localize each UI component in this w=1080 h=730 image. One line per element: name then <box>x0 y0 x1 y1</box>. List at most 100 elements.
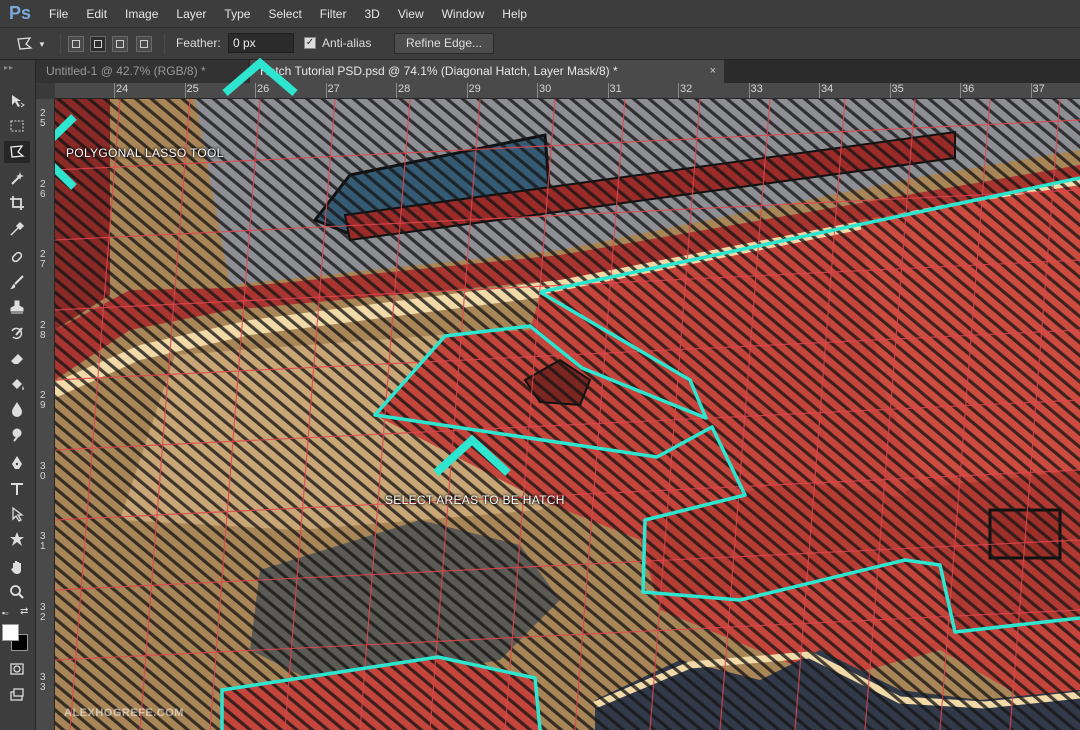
menu-3d[interactable]: 3D <box>355 0 388 28</box>
ruler-label: 37 <box>1032 83 1045 95</box>
paint-bucket-tool[interactable] <box>4 373 30 395</box>
ruler-tick <box>325 83 327 98</box>
eraser-tool[interactable] <box>4 347 30 369</box>
menu-bar: Ps File Edit Image Layer Type Select Fil… <box>0 0 1080 28</box>
blur-icon <box>12 402 22 417</box>
clone-stamp-tool[interactable] <box>4 296 30 318</box>
vertical-ruler-label: 26 <box>40 178 46 200</box>
feather-pointer-chevron <box>222 57 298 97</box>
custom-shape-tool[interactable] <box>4 528 30 550</box>
hand-tool[interactable] <box>4 556 30 578</box>
vertical-ruler-label: 28 <box>40 319 46 341</box>
vertical-ruler-label: 27 <box>40 249 46 270</box>
quick-mask-icon <box>10 663 24 675</box>
ruler-label: 31 <box>609 83 622 95</box>
ruler-label: 33 <box>750 83 763 95</box>
marquee-icon <box>10 120 24 132</box>
default-colors-icon[interactable]: ▪▫ <box>2 608 8 618</box>
move-tool[interactable] <box>4 90 30 112</box>
healing-brush-icon <box>11 251 23 263</box>
add-to-selection-button[interactable] <box>90 36 106 52</box>
ruler-origin[interactable] <box>36 83 55 99</box>
menu-filter[interactable]: Filter <box>311 0 356 28</box>
intersect-selection-button[interactable] <box>136 36 152 52</box>
menu-image[interactable]: Image <box>116 0 167 28</box>
polygonal-lasso-label: POLYGONAL LASSO TOOL <box>66 146 224 160</box>
ruler-label: 36 <box>962 83 975 95</box>
photoshop-logo: Ps <box>8 3 32 23</box>
dodge-tool[interactable] <box>4 424 30 446</box>
ruler-label: 32 <box>680 83 693 95</box>
new-selection-button[interactable] <box>68 36 84 52</box>
screen-mode-button[interactable] <box>4 684 30 706</box>
horizontal-ruler[interactable]: 32425262728293031323334353637 <box>36 83 1080 99</box>
swap-colors-icon[interactable]: ⇄ <box>20 606 28 617</box>
tab-label: Untitled-1 @ 42.7% (RGB/8) * <box>46 64 206 78</box>
magic-wand-icon <box>11 172 24 185</box>
ruler-tick <box>607 83 609 98</box>
path-selection-icon <box>12 506 24 522</box>
quick-mask-button[interactable] <box>4 658 30 680</box>
polygonal-lasso-tool[interactable] <box>4 141 30 163</box>
ruler-tick <box>537 83 538 98</box>
hand-icon <box>11 561 21 574</box>
menu-help[interactable]: Help <box>493 0 536 28</box>
screen-mode-icon <box>10 688 24 701</box>
type-tool[interactable] <box>4 478 30 500</box>
vertical-ruler-label: 31 <box>40 531 46 552</box>
custom-shape-icon <box>10 532 24 546</box>
close-icon[interactable]: × <box>710 60 716 83</box>
ruler-label: 27 <box>327 83 340 95</box>
polygonal-lasso-icon <box>17 37 33 50</box>
blur-tool[interactable] <box>4 398 30 420</box>
chevron-down-icon: ▼ <box>38 39 46 49</box>
paint-bucket-icon <box>12 379 24 390</box>
magic-wand-tool[interactable] <box>4 167 30 189</box>
ruler-tick <box>678 83 679 98</box>
path-selection-tool[interactable] <box>4 503 30 525</box>
vertical-ruler-label: 25 <box>40 108 46 129</box>
eyedropper-tool[interactable] <box>4 218 30 240</box>
crop-icon <box>10 196 24 210</box>
menu-layer[interactable]: Layer <box>167 0 215 28</box>
toolbox-grip[interactable]: ▸▸ <box>4 63 14 72</box>
ruler-label: 29 <box>468 83 481 95</box>
menu-window[interactable]: Window <box>433 0 494 28</box>
feather-label: Feather: <box>176 36 221 50</box>
zoom-tool[interactable] <box>4 581 30 603</box>
feather-input[interactable]: 0 px <box>228 33 294 53</box>
divider <box>60 34 61 54</box>
ruler-tick <box>748 83 750 98</box>
menu-file[interactable]: File <box>40 0 77 28</box>
subtract-from-selection-button[interactable] <box>112 36 128 52</box>
ruler-label: 25 <box>186 83 199 95</box>
options-bar: ▼ Feather: 0 px ✓ Anti-alias Refine Edge… <box>0 28 1080 60</box>
marquee-tool[interactable] <box>4 115 30 137</box>
brush-tool[interactable] <box>4 271 30 293</box>
menu-view[interactable]: View <box>389 0 433 28</box>
crop-tool[interactable] <box>4 192 30 214</box>
ruler-label: 24 <box>116 83 129 95</box>
vertical-ruler[interactable]: 25 26 27 28 29 30 31 32 33 <box>36 99 55 730</box>
ruler-tick <box>184 83 186 98</box>
document-tab-bar: Untitled-1 @ 42.7% (RGB/8) * Hatch Tutor… <box>36 60 1080 83</box>
menu-edit[interactable]: Edit <box>77 0 116 28</box>
zoom-icon <box>10 585 24 599</box>
dodge-icon <box>12 428 22 442</box>
healing-brush-tool[interactable] <box>4 246 30 268</box>
antialias-checkbox[interactable]: ✓ <box>304 37 316 49</box>
history-brush-tool[interactable] <box>4 322 30 344</box>
menu-type[interactable]: Type <box>215 0 259 28</box>
eyedropper-icon <box>10 221 25 236</box>
toolbox: ▸▸ ▪▫ ⇄ <box>0 60 36 730</box>
tab-hatch-tutorial[interactable]: Hatch Tutorial PSD.psd @ 74.1% (Diagonal… <box>250 60 724 83</box>
polygonal-lasso-icon <box>10 145 25 158</box>
document-canvas[interactable] <box>55 99 1080 730</box>
vertical-ruler-label: 29 <box>40 390 46 411</box>
menu-select[interactable]: Select <box>259 0 310 28</box>
tool-preset-picker[interactable]: ▼ <box>16 34 56 54</box>
refine-edge-button[interactable]: Refine Edge... <box>394 33 494 54</box>
history-brush-icon <box>11 327 23 340</box>
foreground-color-swatch[interactable] <box>2 624 19 641</box>
pen-tool[interactable] <box>4 452 30 474</box>
